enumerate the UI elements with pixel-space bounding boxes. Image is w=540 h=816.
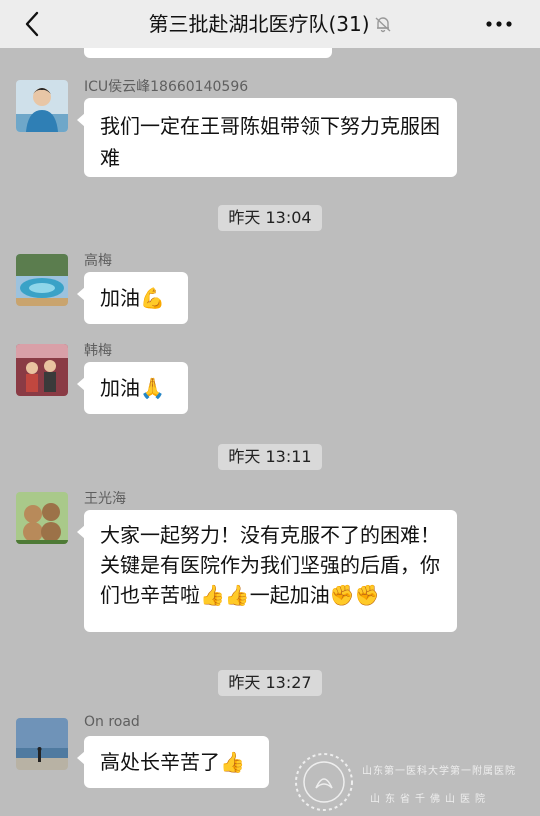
sender-name: 王光海 [84,491,126,507]
sender-name: 高梅 [84,253,112,269]
chat-title-wrap: 第三批赴湖北医疗队(31) [0,0,540,48]
watermark-line-2: 山东省千佛山医院 [370,794,490,805]
sender-name: ICU侯云峰18660140596 [84,79,249,95]
person-avatar[interactable] [16,80,68,132]
timestamp: 昨天 13:11 [0,444,540,470]
chat-header: 第三批赴湖北医疗队(31) [0,0,540,48]
more-button[interactable] [484,12,514,36]
message-bubble[interactable]: 高处长辛苦了👍 [77,736,269,788]
message-bubble[interactable]: 我们一定在王哥陈姐带领下努力克服困难 [77,98,457,177]
sender-name: On road [84,714,140,730]
timestamp-label: 昨天 13:27 [218,670,322,696]
sender-name: 韩梅 [84,343,112,359]
timestamp-label: 昨天 13:11 [218,444,322,470]
more-icon [486,21,512,27]
timestamp: 昨天 13:27 [0,670,540,696]
bell-off-icon [375,16,391,32]
beach-avatar[interactable] [16,718,68,770]
hospital-logo [295,753,353,811]
chat-title: 第三批赴湖北医疗队(31) [148,12,370,36]
watermark-line-1: 山东第一医科大学第一附属医院 [362,766,516,777]
message-bubble[interactable]: 加油🙏 [77,362,188,414]
message-bubble[interactable]: 加油💪 [77,272,188,324]
group-photo-avatar[interactable] [16,344,68,396]
hot-spring-avatar[interactable] [16,254,68,306]
hospital-watermark: 山东第一医科大学第一附属医院 山东省千佛山医院 [290,746,540,816]
monkeys-avatar[interactable] [16,492,68,544]
timestamp-label: 昨天 13:04 [218,205,322,231]
timestamp: 昨天 13:04 [0,205,540,231]
message-bubble[interactable]: 大家一起努力！没有克服不了的困难！关键是有医院作为我们坚强的后盾，你们也辛苦啦👍… [77,510,457,632]
